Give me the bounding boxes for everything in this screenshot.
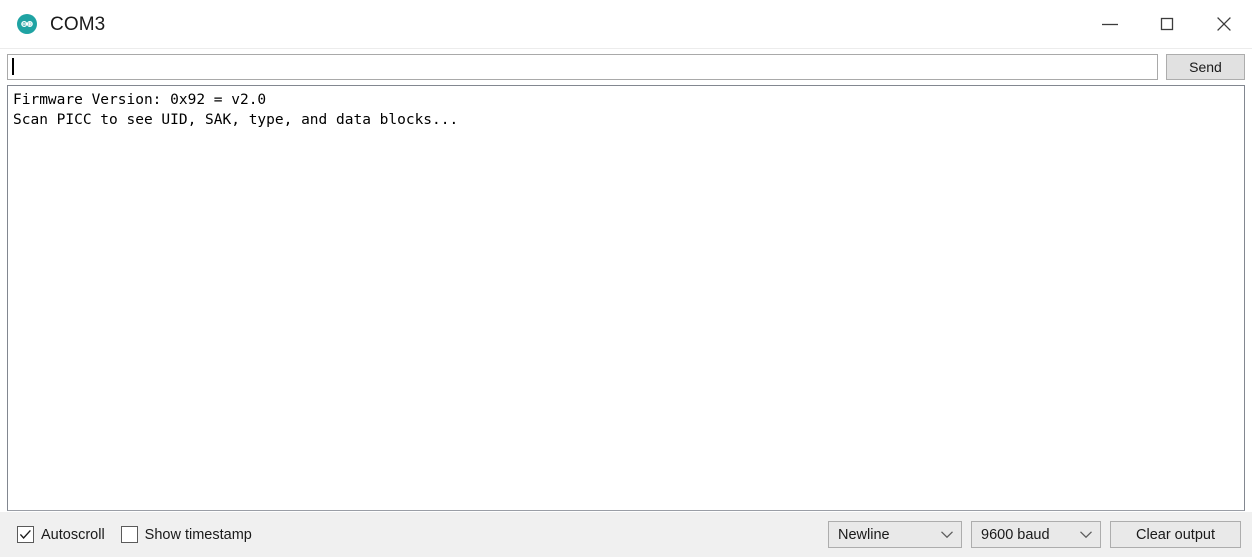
- send-row: Send: [0, 49, 1252, 85]
- show-timestamp-checkbox[interactable]: [120, 526, 138, 543]
- baud-rate-selected-value: 9600 baud: [981, 526, 1050, 543]
- clear-output-button[interactable]: Clear output: [1110, 521, 1241, 548]
- autoscroll-label: Autoscroll: [41, 526, 105, 543]
- arduino-infinity-icon: [17, 14, 37, 34]
- close-button[interactable]: [1195, 0, 1252, 48]
- line-ending-selected-value: Newline: [838, 526, 890, 543]
- autoscroll-checkbox[interactable]: [17, 526, 34, 543]
- minimize-icon: [1099, 18, 1121, 30]
- chevron-down-icon: [940, 530, 954, 539]
- console-output-area[interactable]: Firmware Version: 0x92 = v2.0 Scan PICC …: [7, 85, 1245, 511]
- autoscroll-checkbox-item[interactable]: Autoscroll: [17, 526, 105, 543]
- close-icon: [1215, 15, 1233, 33]
- send-input[interactable]: [8, 55, 1157, 79]
- baud-rate-select[interactable]: 9600 baud: [971, 521, 1101, 548]
- send-button[interactable]: Send: [1166, 54, 1245, 80]
- title-bar: COM3: [0, 0, 1252, 49]
- window-title: COM3: [50, 13, 106, 35]
- title-bar-left: COM3: [0, 14, 105, 34]
- send-input-wrapper[interactable]: [7, 54, 1158, 80]
- minimize-button[interactable]: [1081, 0, 1138, 48]
- chevron-down-icon: [1079, 530, 1093, 539]
- status-bar-left: Autoscroll Show timestamp: [17, 526, 252, 543]
- serial-monitor-window: COM3 Send Firmware Version: 0x92 = v2.0 …: [0, 0, 1252, 557]
- show-timestamp-label: Show timestamp: [144, 526, 252, 543]
- show-timestamp-checkbox-item[interactable]: Show timestamp: [120, 526, 252, 543]
- maximize-icon: [1159, 16, 1175, 32]
- console-text: Firmware Version: 0x92 = v2.0 Scan PICC …: [13, 92, 459, 128]
- text-caret: [12, 58, 14, 75]
- maximize-button[interactable]: [1138, 0, 1195, 48]
- window-controls: [1081, 0, 1252, 48]
- status-bar: Autoscroll Show timestamp Newline 9600 b…: [0, 511, 1252, 557]
- status-bar-right: Newline 9600 baud Clear output: [828, 521, 1241, 548]
- line-ending-select[interactable]: Newline: [828, 521, 962, 548]
- checkmark-icon: [19, 529, 32, 540]
